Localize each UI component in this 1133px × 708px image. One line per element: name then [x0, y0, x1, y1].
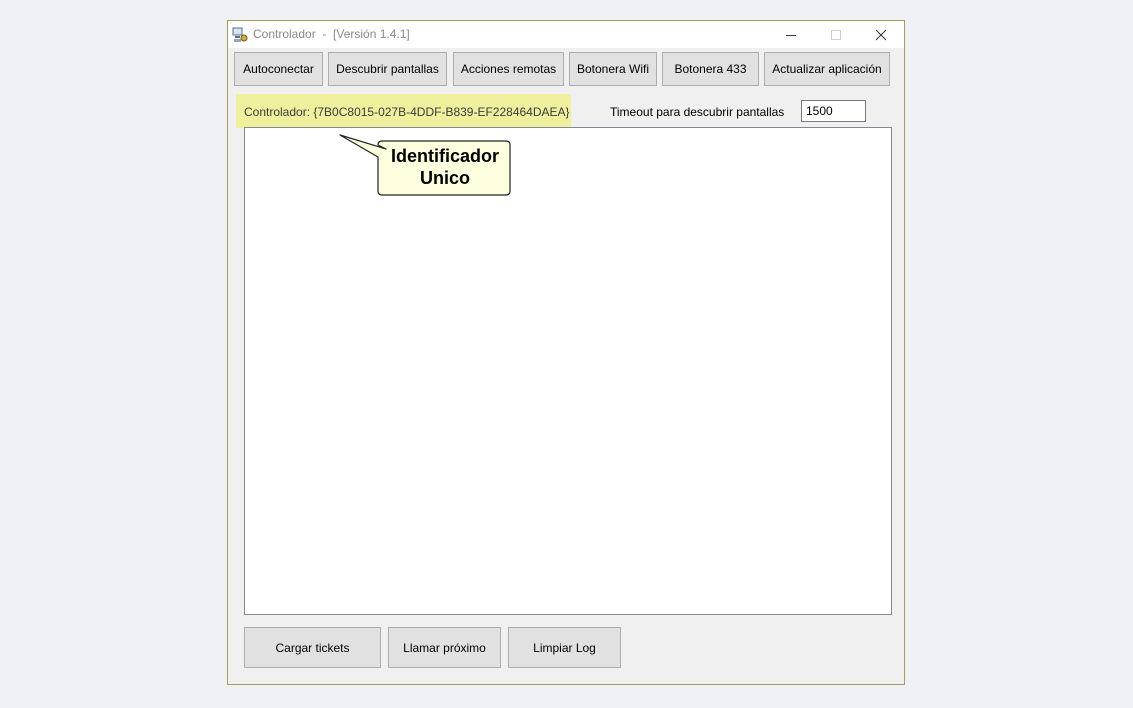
title-bar[interactable]: Controlador - [Versión 1.4.1]: [228, 21, 904, 48]
llamar-proximo-button[interactable]: Llamar próximo: [388, 627, 501, 668]
controller-id-label: Controlador: {7B0C8015-027B-4DDF-B839-EF…: [244, 105, 570, 119]
maximize-button[interactable]: [814, 21, 858, 48]
minimize-button[interactable]: [769, 21, 813, 48]
app-window: Controlador - [Versión 1.4.1] Autoconect…: [227, 20, 905, 685]
timeout-label: Timeout para descubrir pantallas: [610, 105, 785, 119]
timeout-input[interactable]: [801, 100, 866, 122]
close-button[interactable]: [859, 21, 903, 48]
acciones-remotas-button[interactable]: Acciones remotas: [453, 52, 564, 86]
cargar-tickets-button[interactable]: Cargar tickets: [244, 627, 381, 668]
callout-text: Identificador Unico: [390, 146, 499, 188]
minimize-icon: [786, 34, 796, 36]
limpiar-log-button[interactable]: Limpiar Log: [508, 627, 621, 668]
botonera-wifi-button[interactable]: Botonera Wifi: [569, 52, 657, 86]
window-title: Controlador - [Versión 1.4.1]: [253, 27, 410, 41]
log-area[interactable]: [244, 127, 892, 615]
autoconectar-button[interactable]: Autoconectar: [234, 52, 323, 86]
app-icon: [232, 27, 248, 42]
descubrir-pantallas-button[interactable]: Descubrir pantallas: [328, 52, 447, 86]
actualizar-aplicacion-button[interactable]: Actualizar aplicación: [764, 52, 890, 86]
close-icon: [875, 29, 887, 40]
maximize-icon: [831, 29, 841, 40]
botonera-433-button[interactable]: Botonera 433: [662, 52, 759, 86]
